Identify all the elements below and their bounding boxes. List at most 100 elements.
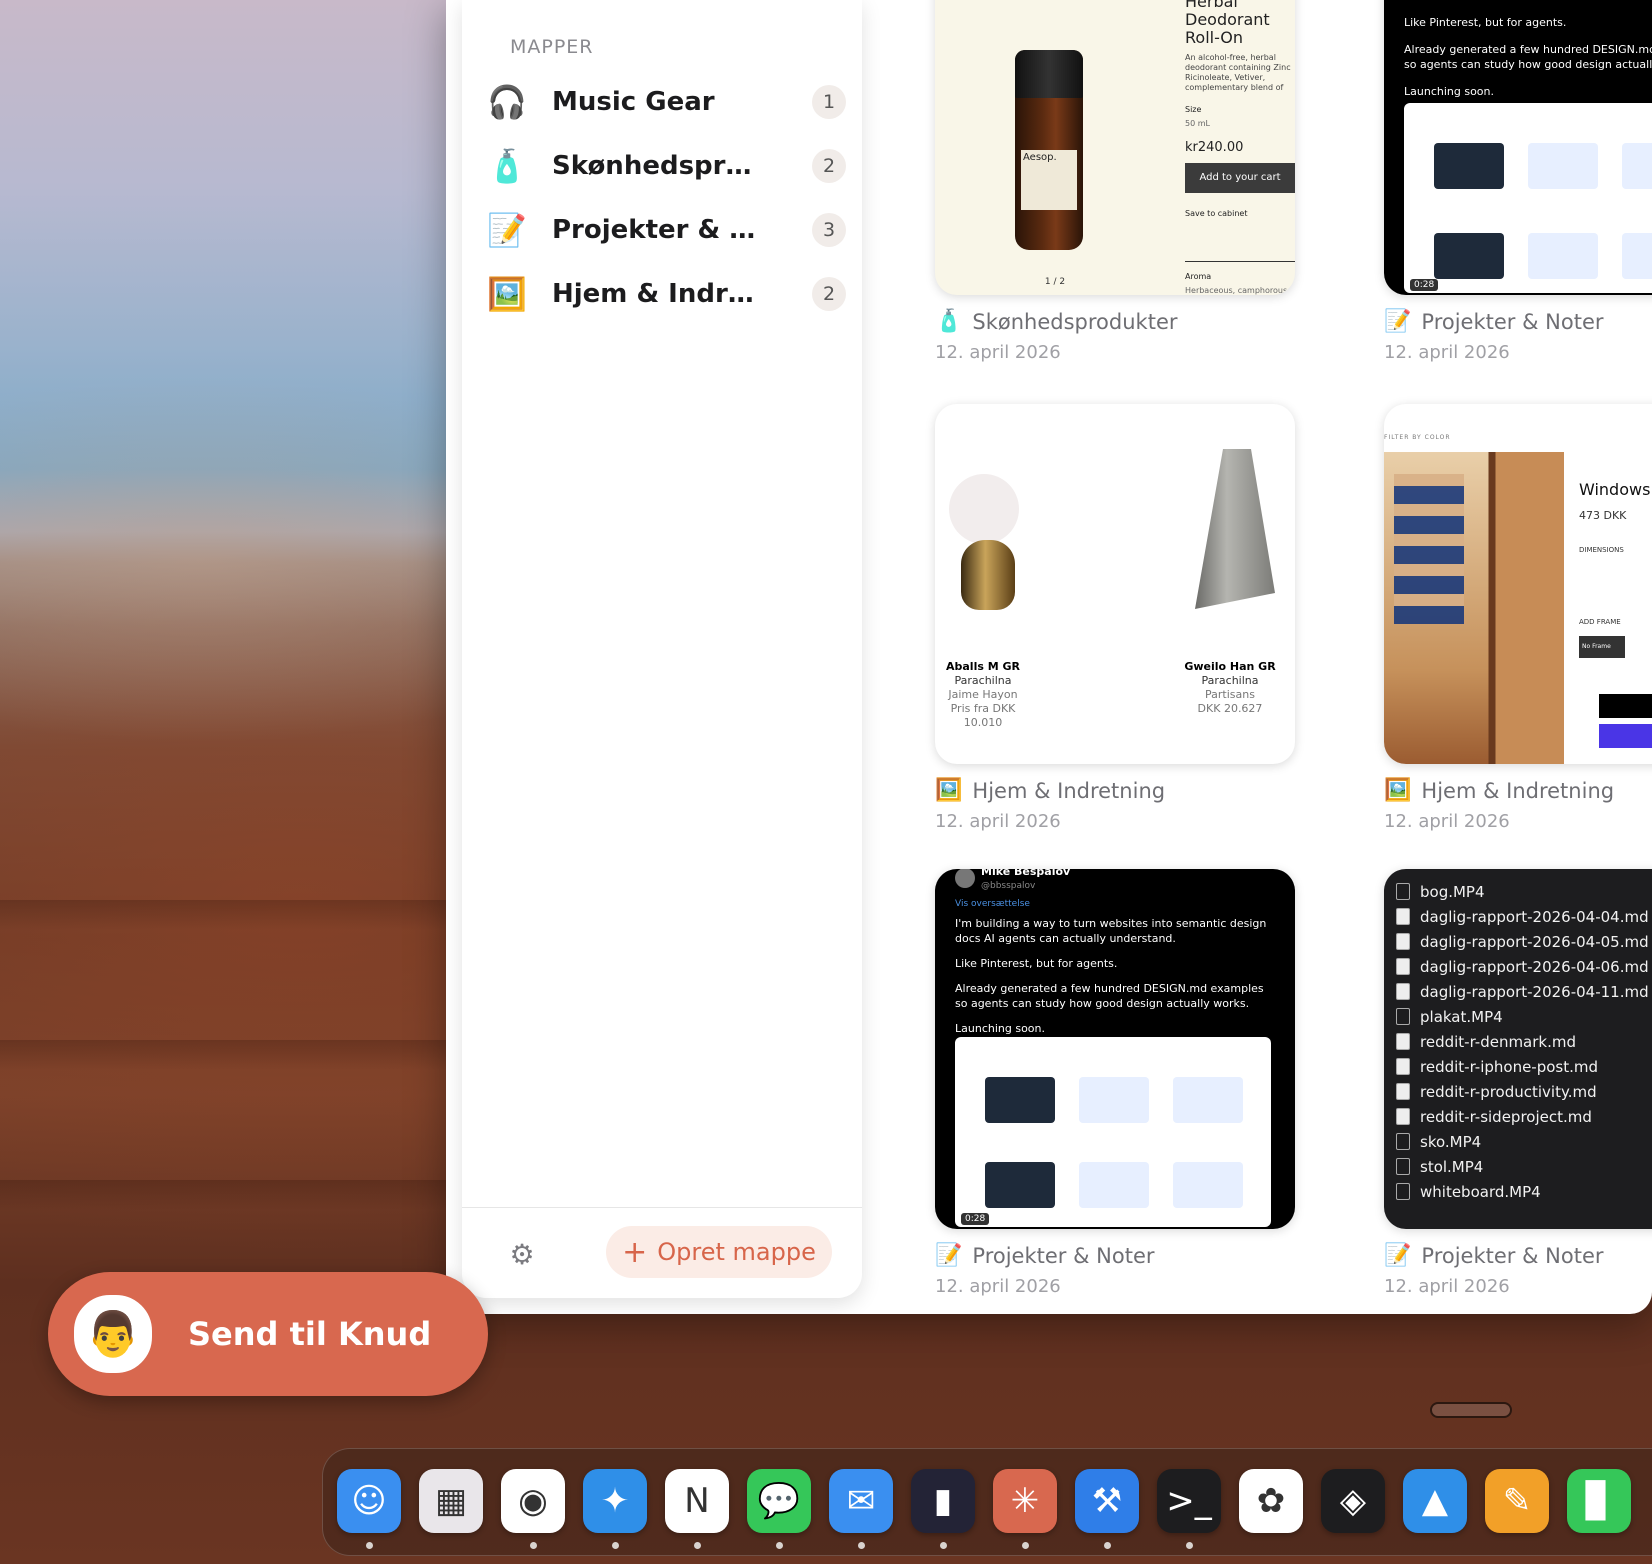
file-row: reddit-r-sideproject.md xyxy=(1384,1104,1652,1129)
file-name: whiteboard.MP4 xyxy=(1420,1182,1541,1201)
product-details: Windows 473 DKK DIMENSIONS ADD FRAME No … xyxy=(1579,454,1652,658)
saved-card[interactable]: Mike Bespalov @bbsspalov Vis oversættels… xyxy=(935,869,1295,1297)
saved-card[interactable]: FILTER BY COLOR Windows 473 DKK DIMENSIO… xyxy=(1384,404,1652,832)
dock-numbers-icon[interactable]: ▊ xyxy=(1567,1469,1631,1533)
send-label: Send til Knud xyxy=(188,1315,432,1353)
sidebar-folder-projects[interactable]: 📝 Projekter & Noter 3 xyxy=(486,202,846,258)
action-bar xyxy=(1599,694,1652,718)
file-name: bog.MP4 xyxy=(1420,882,1485,901)
tweet-line: Launching soon. xyxy=(1404,85,1494,98)
dock-photos-icon[interactable]: ✿ xyxy=(1239,1469,1303,1533)
document-icon xyxy=(1396,1108,1410,1125)
file-row: daglig-rapport-2026-04-04.md xyxy=(1384,904,1652,929)
running-indicator xyxy=(1022,1542,1029,1549)
framed-picture-icon: 🖼️ xyxy=(935,778,963,803)
bottle-label: Aesop. xyxy=(1021,150,1077,210)
card-date: 12. april 2026 xyxy=(935,811,1061,832)
memo-icon: 📝 xyxy=(1384,1243,1412,1268)
product-price: Pris fra DKK 10.010 xyxy=(950,702,1016,729)
action-bar xyxy=(1599,724,1652,748)
lotion-bottle-icon: 🧴 xyxy=(487,147,527,185)
dock-audio-icon[interactable]: ▮ xyxy=(911,1469,975,1533)
create-folder-button[interactable]: + Opret mappe xyxy=(606,1226,832,1278)
folder-count-badge: 3 xyxy=(812,213,846,247)
product-designer: Jaime Hayon xyxy=(948,688,1018,701)
card-date: 12. april 2026 xyxy=(935,342,1061,363)
size-value: 50 mL xyxy=(1185,119,1210,128)
folder-name: Hjem & Indretning xyxy=(552,279,762,309)
product-brand: Parachilna xyxy=(954,674,1012,687)
dock-chrome-icon[interactable]: ◉ xyxy=(501,1469,565,1533)
saved-card[interactable]: bog.MP4 daglig-rapport-2026-04-04.md dagli… xyxy=(1384,869,1652,1297)
dock-finder-icon[interactable]: ☺ xyxy=(337,1469,401,1533)
document-icon xyxy=(1396,983,1410,1000)
file-row: plakat.MP4 xyxy=(1384,1004,1652,1029)
author-name: Mike Bespalov xyxy=(981,869,1071,878)
file-row: daglig-rapport-2026-04-05.md xyxy=(1384,929,1652,954)
dock-terminal-icon[interactable]: >_ xyxy=(1157,1469,1221,1533)
gear-icon[interactable]: ⚙ xyxy=(506,1238,538,1271)
tweet-line: Already generated a few hundred DESIGN.m… xyxy=(1404,43,1652,71)
bottle-brand: Aesop. xyxy=(1023,152,1057,163)
running-indicator xyxy=(858,1542,865,1549)
card-date: 12. april 2026 xyxy=(1384,1276,1510,1297)
video-file-icon xyxy=(1396,1008,1410,1025)
card-thumbnail: FILTER BY COLOR Windows 473 DKK DIMENSIO… xyxy=(1384,404,1652,764)
dock-claude-icon[interactable]: ✳ xyxy=(993,1469,1057,1533)
framed-picture-icon: 🖼️ xyxy=(487,275,527,313)
document-icon xyxy=(1396,1083,1410,1100)
file-name: plakat.MP4 xyxy=(1420,1007,1503,1026)
file-row: reddit-r-denmark.md xyxy=(1384,1029,1652,1054)
file-name: reddit-r-sideproject.md xyxy=(1420,1107,1592,1126)
saved-card[interactable]: Like Pinterest, but for agents. Already … xyxy=(1384,0,1652,363)
lotion-bottle-icon: 🧴 xyxy=(935,309,963,334)
card-folder-label: 📝 Projekter & Noter xyxy=(1384,309,1652,334)
tweet-line: Launching soon. xyxy=(955,1022,1045,1035)
product-bottle: Aesop. xyxy=(1015,50,1083,250)
saved-card[interactable]: Aesop. 1 / 2 Herbal Deodorant Roll-On An… xyxy=(935,0,1295,363)
saved-card[interactable]: Aballs M GR Parachilna Jaime Hayon Pris … xyxy=(935,404,1295,832)
media-tile xyxy=(1434,233,1504,279)
product-designer: Partisans xyxy=(1205,688,1255,701)
running-indicator xyxy=(940,1542,947,1549)
sidebar-section-title: MAPPER xyxy=(510,36,594,58)
card-folder-name: Hjem & Indretning xyxy=(1421,778,1615,803)
pendant-lamp xyxy=(1195,449,1275,609)
file-row: reddit-r-iphone-post.md xyxy=(1384,1054,1652,1079)
dock-keynote-icon[interactable]: ▲ xyxy=(1403,1469,1467,1533)
save-to-cabinet: Save to cabinet xyxy=(1185,209,1248,218)
sidebar-folder-beauty[interactable]: 🧴 Skønhedsprodukter 2 xyxy=(486,138,846,194)
send-to-knud-button[interactable]: 👨 Send til Knud xyxy=(48,1272,488,1396)
dock-pages-icon[interactable]: ✎ xyxy=(1485,1469,1549,1533)
tweet-media xyxy=(955,1037,1271,1227)
file-name: sko.MP4 xyxy=(1420,1132,1482,1151)
document-icon xyxy=(1396,933,1410,950)
drag-handle[interactable] xyxy=(1430,1402,1512,1418)
folder-count-badge: 2 xyxy=(812,149,846,183)
tweet-line: Like Pinterest, but for agents. xyxy=(955,957,1118,970)
card-date: 12. april 2026 xyxy=(935,1276,1061,1297)
running-indicator xyxy=(1104,1542,1111,1549)
dock-safari-icon[interactable]: ✦ xyxy=(583,1469,647,1533)
folder-name: Projekter & Noter xyxy=(552,215,762,245)
card-folder-label: 📝 Projekter & Noter xyxy=(1384,1243,1652,1268)
wall-art xyxy=(1394,474,1464,624)
file-name: reddit-r-denmark.md xyxy=(1420,1032,1577,1051)
dock-figma-icon[interactable]: ◈ xyxy=(1321,1469,1385,1533)
sidebar-folder-home[interactable]: 🖼️ Hjem & Indretning 2 xyxy=(486,266,846,322)
product-title: Windows xyxy=(1579,480,1651,499)
dock-launchpad-icon[interactable]: ▦ xyxy=(419,1469,483,1533)
video-file-icon xyxy=(1396,883,1410,900)
file-row: stol.MP4 xyxy=(1384,1154,1652,1179)
dock-notion-icon[interactable]: N xyxy=(665,1469,729,1533)
dock-xcode-icon[interactable]: ⚒ xyxy=(1075,1469,1139,1533)
dock-messages-icon[interactable]: 💬 xyxy=(747,1469,811,1533)
running-indicator xyxy=(776,1542,783,1549)
dock-mail-icon[interactable]: ✉ xyxy=(829,1469,893,1533)
card-thumbnail: Aballs M GR Parachilna Jaime Hayon Pris … xyxy=(935,404,1295,764)
avatar: 👨 xyxy=(74,1295,152,1373)
sidebar-folder-music-gear[interactable]: 🎧 Music Gear 1 xyxy=(486,74,846,130)
file-row: daglig-rapport-2026-04-06.md xyxy=(1384,954,1652,979)
product-title: Herbal Deodorant Roll-On xyxy=(1185,0,1270,47)
product-price: 473 DKK xyxy=(1579,509,1627,522)
